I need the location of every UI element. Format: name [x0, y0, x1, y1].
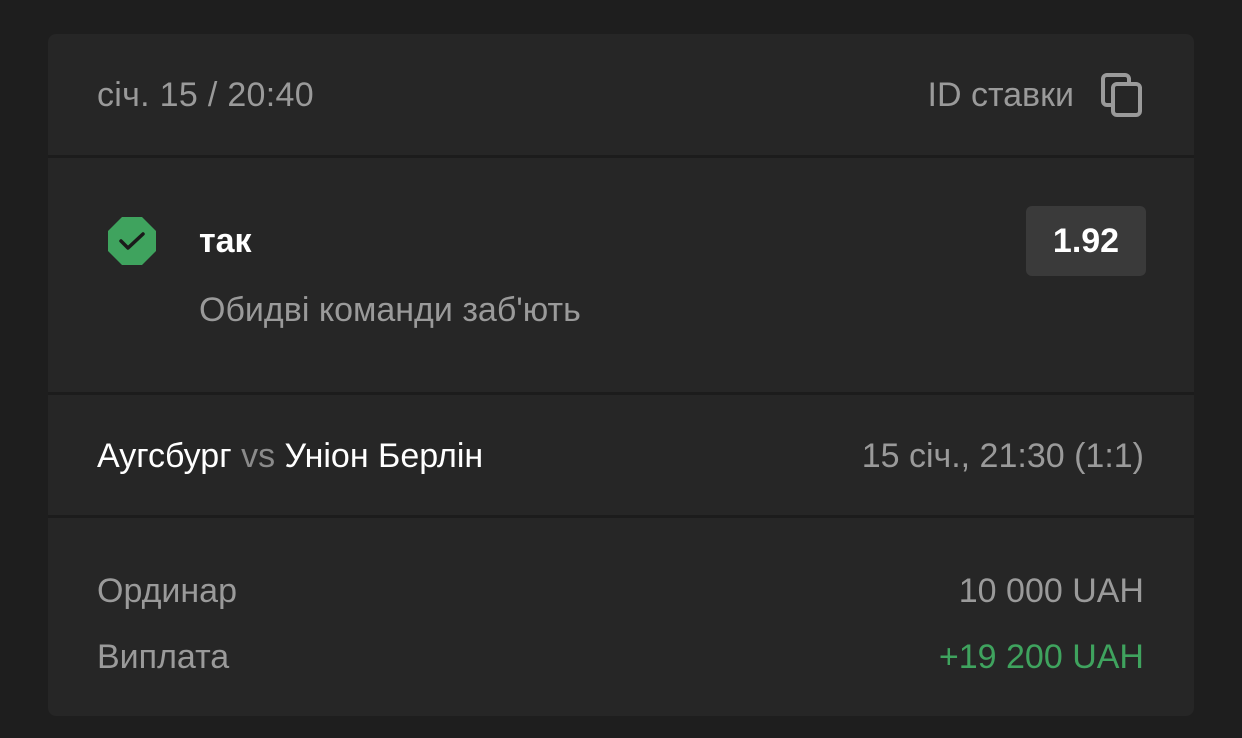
away-team: Уніон Берлін [284, 437, 484, 475]
copy-icon[interactable] [1100, 72, 1144, 118]
check-badge-icon [108, 217, 156, 265]
bet-header: січ. 15 / 20:40 ID ставки [48, 34, 1194, 155]
match-section: Аугсбург vs Уніон Берлін 15 січ., 21:30 … [48, 395, 1194, 515]
market-name: Обидві команди заб'ють [199, 291, 581, 329]
payout-label: Виплата [97, 638, 230, 676]
bet-date: січ. 15 / 20:40 [97, 76, 314, 114]
bet-id-label: ID ставки [927, 75, 1074, 114]
match-teams: Аугсбург vs Уніон Берлін [97, 437, 483, 476]
selection-section: так Обидві команди заб'ють 1.92 [48, 158, 1194, 392]
bet-card: січ. 15 / 20:40 ID ставки так Обидві ком… [48, 34, 1194, 716]
selection-pick: так [199, 222, 252, 260]
home-team: Аугсбург [97, 437, 232, 475]
odds-badge: 1.92 [1026, 206, 1146, 276]
vs-label: vs [241, 437, 276, 475]
stake-value: 10 000 UAH [958, 572, 1144, 610]
match-time-score: 15 січ., 21:30 (1:1) [861, 437, 1144, 475]
bet-type-label: Ординар [97, 572, 238, 610]
summary-section: Ординар 10 000 UAH Виплата +19 200 UAH [48, 518, 1194, 716]
copy-bet-id-button[interactable]: ID ставки [928, 72, 1144, 118]
payout-value: +19 200 UAH [938, 638, 1144, 676]
